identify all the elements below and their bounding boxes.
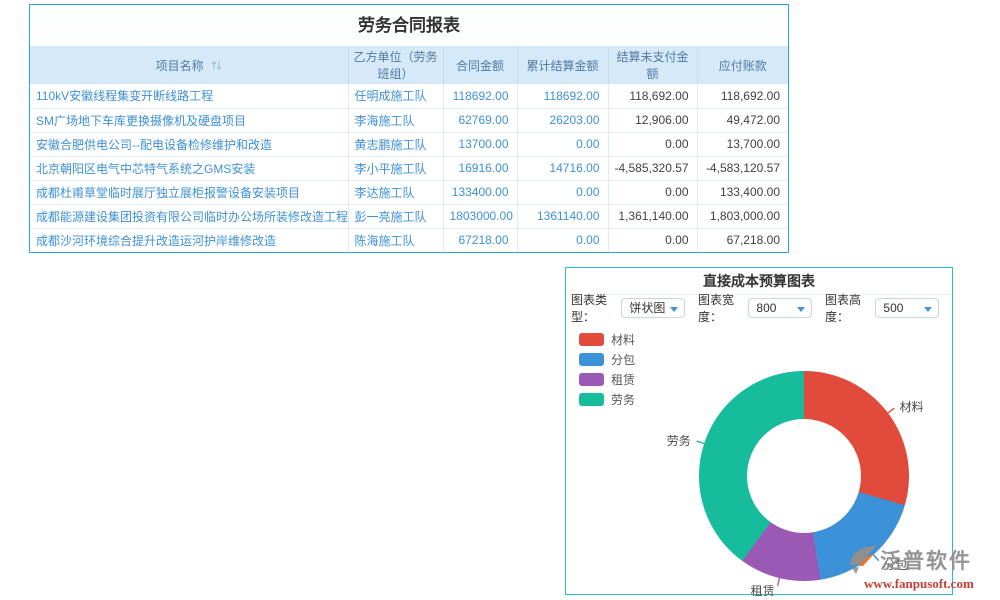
payable-cell: 13,700.00 bbox=[697, 132, 788, 156]
legend-item[interactable]: 材料 bbox=[579, 333, 635, 346]
table-row: 110kV安徽线程集变开断线路工程任明成施工队118692.00118692.0… bbox=[30, 84, 788, 108]
slice-label: 租赁 bbox=[751, 582, 775, 599]
legend-label: 租赁 bbox=[611, 371, 635, 388]
chart-width-group: 图表宽度： 800 bbox=[698, 291, 812, 325]
legend-swatch bbox=[579, 353, 604, 366]
column-header-payable: 应付账款 bbox=[697, 46, 788, 84]
chart-height-select[interactable]: 500 bbox=[875, 298, 939, 318]
project-link[interactable]: 成都杜甫草堂临时展厅独立展柜报警设备安装项目 bbox=[30, 180, 348, 204]
project-link[interactable]: 安徽合肥供电公司--配电设备检修维护和改造 bbox=[30, 132, 348, 156]
chart-type-group: 图表类型： 饼状图 bbox=[571, 291, 685, 325]
chevron-down-icon bbox=[797, 307, 805, 312]
legend-swatch bbox=[579, 333, 604, 346]
settled-amount-cell: 118692.00 bbox=[517, 84, 608, 108]
contract-amount-cell: 133400.00 bbox=[443, 180, 517, 204]
unpaid-amount-cell: 118,692.00 bbox=[608, 84, 697, 108]
header-row: 项目名称 乙方单位（劳务班组） 合同金额 累计结算金额 结算未支付金额 应付账款 bbox=[30, 46, 788, 84]
table-row: 成都杜甫草堂临时展厅独立展柜报警设备安装项目李达施工队133400.000.00… bbox=[30, 180, 788, 204]
column-header-contract-amount: 合同金额 bbox=[443, 46, 517, 84]
contract-amount-cell: 62769.00 bbox=[443, 108, 517, 132]
table-row: SM广场地下车库更换摄像机及硬盘项目李海施工队62769.0026203.001… bbox=[30, 108, 788, 132]
unit-cell: 李小平施工队 bbox=[348, 156, 443, 180]
contract-amount-cell: 13700.00 bbox=[443, 132, 517, 156]
project-link[interactable]: 成都能源建设集团投资有限公司临时办公场所装修改造工程EPC bbox=[30, 204, 348, 228]
payable-cell: -4,583,120.57 bbox=[697, 156, 788, 180]
table-row: 北京朝阳区电气中芯特气系统之GMS安装李小平施工队16916.0014716.0… bbox=[30, 156, 788, 180]
legend-swatch bbox=[579, 373, 604, 386]
contract-amount-cell: 67218.00 bbox=[443, 228, 517, 252]
slice-label: 劳务 bbox=[667, 432, 691, 449]
column-header-project-label: 项目名称 bbox=[156, 59, 204, 73]
payable-cell: 133,400.00 bbox=[697, 180, 788, 204]
watermark-brand: 泛普软件 bbox=[880, 545, 972, 575]
settled-amount-cell: 14716.00 bbox=[517, 156, 608, 180]
contract-amount-cell: 118692.00 bbox=[443, 84, 517, 108]
contract-amount-cell: 1803000.00 bbox=[443, 204, 517, 228]
labor-contract-report-panel: 劳务合同报表 项目名称 乙方单位（劳务班组） 合同金额 累计结算金额 结算未支付… bbox=[29, 4, 789, 253]
contract-amount-cell: 16916.00 bbox=[443, 156, 517, 180]
chart-width-label: 图表宽度： bbox=[698, 291, 745, 325]
settled-amount-cell: 0.00 bbox=[517, 180, 608, 204]
settled-amount-cell: 0.00 bbox=[517, 132, 608, 156]
chart-width-select[interactable]: 800 bbox=[748, 298, 812, 318]
project-link[interactable]: SM广场地下车库更换摄像机及硬盘项目 bbox=[30, 108, 348, 132]
donut-hole bbox=[747, 419, 861, 533]
fanpu-watermark: 泛普软件 www.fanpusoft.com bbox=[850, 545, 1000, 592]
chart-controls: 图表类型： 饼状图 图表宽度： 800 图表高度： 500 bbox=[566, 295, 952, 321]
slice-label: 材料 bbox=[900, 398, 924, 415]
legend-item[interactable]: 劳务 bbox=[579, 393, 635, 406]
fanpu-logo-icon bbox=[850, 545, 878, 575]
payable-cell: 67,218.00 bbox=[697, 228, 788, 252]
project-link[interactable]: 成都沙河环境综合提升改造运河护岸维修改造 bbox=[30, 228, 348, 252]
unpaid-amount-cell: 0.00 bbox=[608, 228, 697, 252]
legend-item[interactable]: 分包 bbox=[579, 353, 635, 366]
report-title: 劳务合同报表 bbox=[30, 5, 788, 46]
table-row: 安徽合肥供电公司--配电设备检修维护和改造黄志鹏施工队13700.000.000… bbox=[30, 132, 788, 156]
settled-amount-cell: 1361140.00 bbox=[517, 204, 608, 228]
payable-cell: 49,472.00 bbox=[697, 108, 788, 132]
unpaid-amount-cell: 0.00 bbox=[608, 180, 697, 204]
payable-cell: 1,803,000.00 bbox=[697, 204, 788, 228]
unpaid-amount-cell: -4,585,320.57 bbox=[608, 156, 697, 180]
table-row: 成都沙河环境综合提升改造运河护岸维修改造陈海施工队67218.000.000.0… bbox=[30, 228, 788, 252]
column-header-unpaid-amount: 结算未支付金额 bbox=[608, 46, 697, 84]
legend-item[interactable]: 租赁 bbox=[579, 373, 635, 386]
report-table: 项目名称 乙方单位（劳务班组） 合同金额 累计结算金额 结算未支付金额 应付账款… bbox=[30, 46, 788, 252]
settled-amount-cell: 26203.00 bbox=[517, 108, 608, 132]
table-row: 成都能源建设集团投资有限公司临时办公场所装修改造工程EPC彭一亮施工队18030… bbox=[30, 204, 788, 228]
column-header-project[interactable]: 项目名称 bbox=[30, 46, 348, 84]
unpaid-amount-cell: 12,906.00 bbox=[608, 108, 697, 132]
chart-height-label: 图表高度： bbox=[825, 291, 872, 325]
unit-cell: 李海施工队 bbox=[348, 108, 443, 132]
settled-amount-cell: 0.00 bbox=[517, 228, 608, 252]
chart-legend: 材料分包租赁劳务 bbox=[579, 333, 635, 413]
watermark-url: www.fanpusoft.com bbox=[864, 576, 1000, 592]
unit-cell: 黄志鹏施工队 bbox=[348, 132, 443, 156]
legend-swatch bbox=[579, 393, 604, 406]
project-link[interactable]: 110kV安徽线程集变开断线路工程 bbox=[30, 84, 348, 108]
unit-cell: 陈海施工队 bbox=[348, 228, 443, 252]
sort-icon[interactable] bbox=[211, 60, 222, 71]
unpaid-amount-cell: 0.00 bbox=[608, 132, 697, 156]
legend-label: 分包 bbox=[611, 351, 635, 368]
legend-label: 材料 bbox=[611, 331, 635, 348]
unpaid-amount-cell: 1,361,140.00 bbox=[608, 204, 697, 228]
unit-cell: 彭一亮施工队 bbox=[348, 204, 443, 228]
chevron-down-icon bbox=[670, 307, 678, 312]
column-header-settled-amount: 累计结算金额 bbox=[517, 46, 608, 84]
chart-height-group: 图表高度： 500 bbox=[825, 291, 939, 325]
project-link[interactable]: 北京朝阳区电气中芯特气系统之GMS安装 bbox=[30, 156, 348, 180]
column-header-unit: 乙方单位（劳务班组） bbox=[348, 46, 443, 84]
payable-cell: 118,692.00 bbox=[697, 84, 788, 108]
chart-type-label: 图表类型： bbox=[571, 291, 618, 325]
unit-cell: 任明成施工队 bbox=[348, 84, 443, 108]
legend-label: 劳务 bbox=[611, 391, 635, 408]
chevron-down-icon bbox=[924, 307, 932, 312]
chart-type-select[interactable]: 饼状图 bbox=[621, 298, 685, 318]
unit-cell: 李达施工队 bbox=[348, 180, 443, 204]
